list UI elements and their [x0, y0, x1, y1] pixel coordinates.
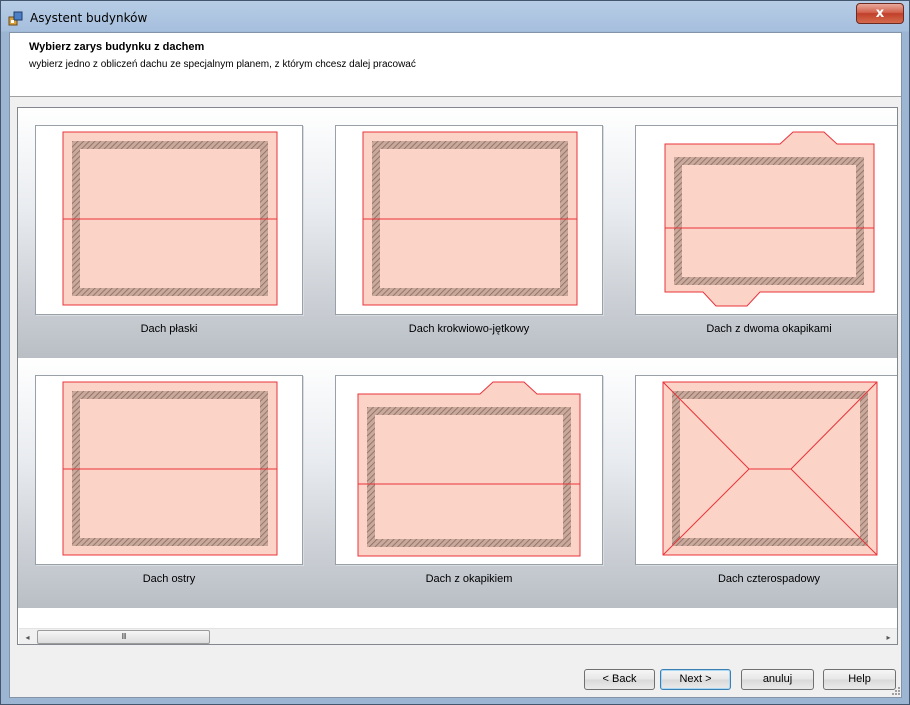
two-dormers-roof-diagram	[664, 131, 875, 307]
flat-roof-diagram	[62, 131, 278, 306]
title-bar-reflection	[141, 7, 831, 25]
hip-roof-diagram	[662, 381, 878, 556]
steep-roof-diagram	[62, 381, 278, 556]
wizard-client-area: Wybierz zarys budynku z dachem wybierz j…	[9, 32, 902, 698]
roof-option-label: Dach z dwoma okapikami	[706, 323, 832, 335]
resize-grip-icon[interactable]	[891, 685, 901, 697]
wizard-window: Asystent budynków x Wybierz zarys budynk…	[0, 0, 910, 705]
scroll-right-icon[interactable]: ▸	[881, 631, 896, 644]
page-subtitle: wybierz jedno z obliczeń dachu ze specja…	[29, 59, 416, 70]
app-icon	[8, 11, 23, 26]
scrollbar-thumb[interactable]: III	[37, 630, 210, 644]
roof-option-single-dormer[interactable]	[335, 375, 603, 565]
roof-option-label: Dach czterospadowy	[717, 573, 821, 585]
roof-option-label: Dach ostry	[142, 573, 196, 585]
roof-options-grid: Dach płaski Dach krokwiowo-jętkowy Dach …	[18, 108, 897, 628]
back-button[interactable]: < Back	[584, 669, 655, 690]
roof-option-flat[interactable]	[35, 125, 303, 315]
roof-option-two-dormers[interactable]	[635, 125, 897, 315]
wizard-header: Wybierz zarys budynku z dachem wybierz j…	[10, 33, 901, 97]
grip-icon: III	[121, 632, 126, 641]
rafter-collar-roof-diagram	[362, 131, 578, 306]
roof-option-hip[interactable]	[635, 375, 897, 565]
single-dormer-roof-diagram	[357, 381, 581, 557]
next-button[interactable]: Next >	[660, 669, 731, 690]
close-icon: x	[875, 6, 885, 21]
roof-option-rafter-collar[interactable]	[335, 125, 603, 315]
close-button[interactable]: x	[856, 3, 904, 24]
cancel-button[interactable]: anuluj	[741, 669, 814, 690]
scroll-left-icon[interactable]: ◂	[20, 631, 35, 644]
window-title: Asystent budynków	[30, 11, 148, 25]
title-bar[interactable]: Asystent budynków x	[1, 1, 909, 35]
roof-option-label: Dach płaski	[140, 323, 198, 335]
roof-option-steep[interactable]	[35, 375, 303, 565]
roof-options-panel[interactable]: Dach płaski Dach krokwiowo-jętkowy Dach …	[17, 107, 898, 645]
roof-option-label: Dach z okapikiem	[425, 573, 513, 585]
help-button[interactable]: Help	[823, 669, 896, 690]
horizontal-scrollbar[interactable]: ◂ III ▸	[19, 628, 897, 644]
roof-option-label: Dach krokwiowo-jętkowy	[408, 323, 530, 335]
page-title: Wybierz zarys budynku z dachem	[29, 41, 205, 53]
